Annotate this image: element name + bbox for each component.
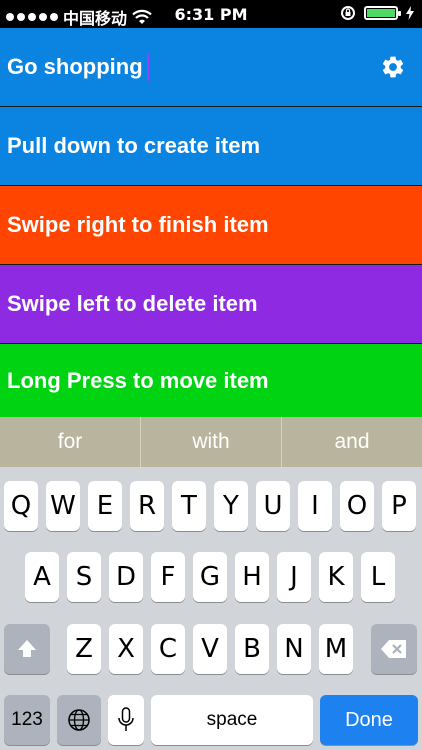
key-c[interactable]: C [151,624,185,674]
key-x[interactable]: X [109,624,143,674]
shift-key[interactable] [4,624,50,674]
battery-icon [364,6,401,20]
key-m[interactable]: M [319,624,353,674]
key-h[interactable]: H [235,552,269,602]
predictive-suggestion-bar: for with and [0,417,422,467]
shift-icon [18,640,36,657]
key-f[interactable]: F [151,552,185,602]
settings-gear-icon[interactable] [380,54,406,80]
backspace-icon [381,640,406,658]
list-item-label: Swipe right to finish item [7,212,269,237]
microphone-icon [118,707,134,731]
key-z[interactable]: Z [67,624,101,674]
list-title-row[interactable]: Go shopping [0,28,422,107]
key-u[interactable]: U [256,481,290,531]
list-item-label: Swipe left to delete item [7,291,258,316]
rotation-lock-icon [341,6,355,20]
done-button[interactable]: Done [320,695,418,745]
key-a[interactable]: A [25,552,59,602]
list-title-input[interactable]: Go shopping [7,54,143,80]
status-right [340,5,414,21]
key-p[interactable]: P [382,481,416,531]
key-i[interactable]: I [298,481,332,531]
list-item[interactable]: Swipe left to delete item [0,265,422,344]
suggestion-button[interactable]: for [0,417,141,467]
key-e[interactable]: E [88,481,122,531]
space-key[interactable]: space [151,695,313,745]
globe-key[interactable] [57,695,101,745]
key-g[interactable]: G [193,552,227,602]
key-k[interactable]: K [319,552,353,602]
suggestion-button[interactable]: with [141,417,282,467]
charging-icon [406,6,414,20]
list-item[interactable]: Pull down to create item [0,107,422,186]
list-item-label: Long Press to move item [7,367,269,393]
key-v[interactable]: V [193,624,227,674]
microphone-key[interactable] [108,695,144,745]
key-t[interactable]: T [172,481,206,531]
key-j[interactable]: J [277,552,311,602]
list-item[interactable]: Swipe right to finish item [0,186,422,265]
status-bar: 中国移动 6:31 PM [0,0,422,28]
list-item-label: Pull down to create item [7,133,261,158]
list-item[interactable]: Long Press to move item [0,344,422,417]
globe-icon [68,709,90,731]
key-y[interactable]: Y [214,481,248,531]
key-s[interactable]: S [67,552,101,602]
key-b[interactable]: B [235,624,269,674]
numbers-key[interactable]: 123 [4,695,50,745]
backspace-key[interactable] [371,624,417,674]
key-l[interactable]: L [361,552,395,602]
text-cursor [146,53,149,81]
suggestion-button[interactable]: and [282,417,422,467]
keyboard: Q W E R T Y U I O P A S D F G H J K L Z … [0,467,422,750]
key-n[interactable]: N [277,624,311,674]
key-d[interactable]: D [109,552,143,602]
key-w[interactable]: W [46,481,80,531]
key-q[interactable]: Q [4,481,38,531]
key-r[interactable]: R [130,481,164,531]
key-o[interactable]: O [340,481,374,531]
